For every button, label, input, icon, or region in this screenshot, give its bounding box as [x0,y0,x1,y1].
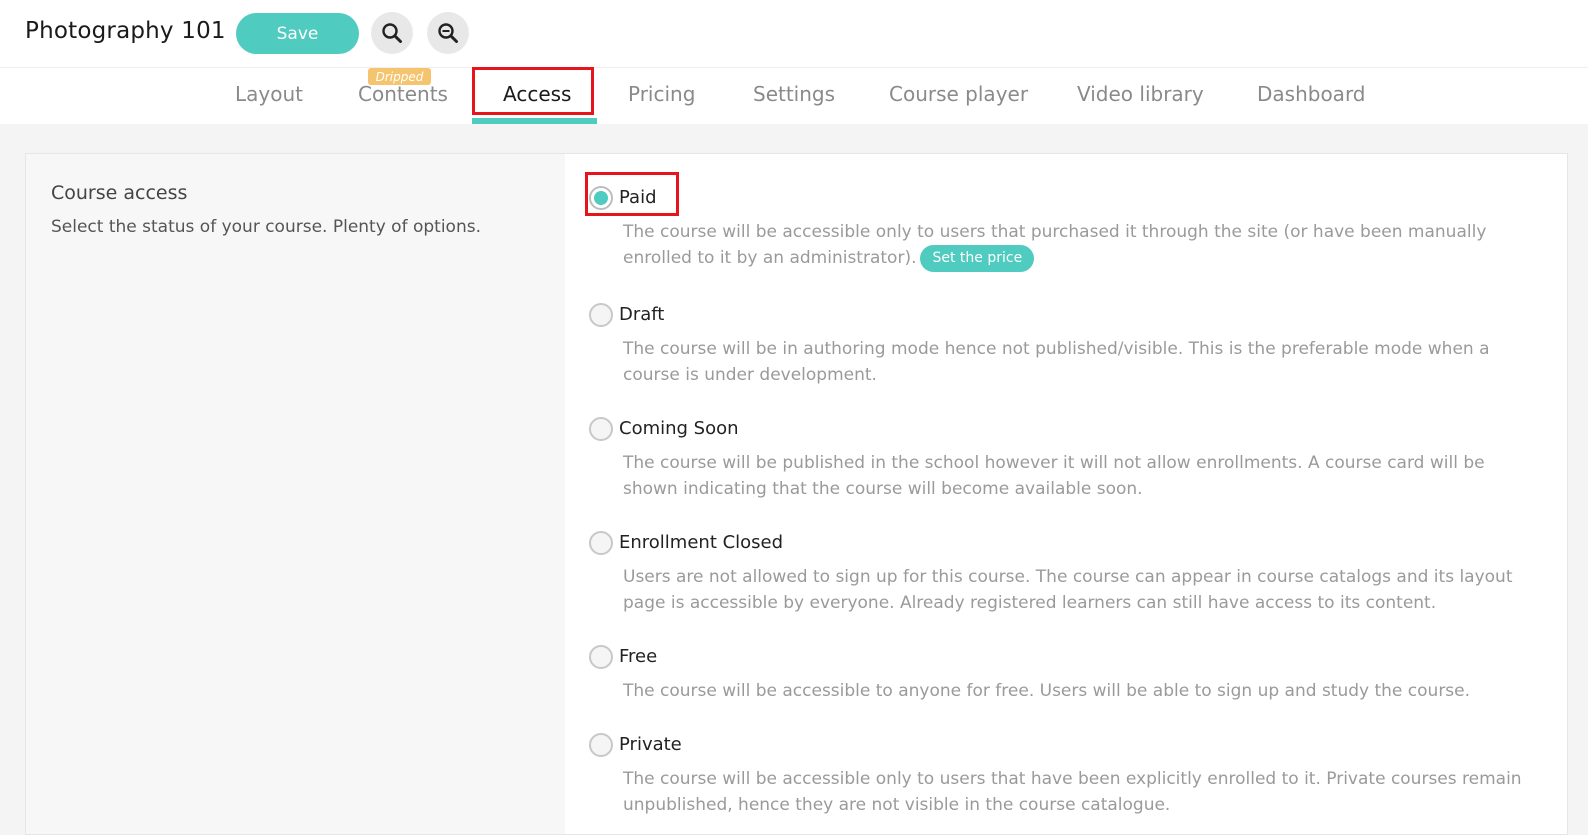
radio-draft[interactable] [589,303,613,327]
tab-access[interactable]: Access [503,82,571,106]
radio-free[interactable] [589,645,613,669]
tab-video-library[interactable]: Video library [1077,82,1204,106]
option-description: The course will be accessible only to us… [623,769,1522,815]
tab-bar: Layout Dripped Contents Access Pricing S… [0,67,1588,124]
option-description: The course will be accessible to anyone … [623,681,1471,701]
save-button[interactable]: Save [236,13,359,54]
tab-layout[interactable]: Layout [235,82,303,106]
tab-settings[interactable]: Settings [753,82,835,106]
option-label: Free [619,646,658,667]
radio-coming-soon[interactable] [589,417,613,441]
option-description: The course will be in authoring mode hen… [623,339,1490,385]
option-label: Paid [619,187,657,208]
option-description: The course will be published in the scho… [623,453,1485,499]
settings-description-panel [25,153,565,835]
option-description: Users are not allowed to sign up for thi… [623,567,1513,613]
radio-enrollment-closed[interactable] [589,531,613,555]
search-button[interactable] [371,12,413,54]
option-description: The course will be accessible only to us… [623,219,1523,272]
search-icon [382,23,402,43]
radio-paid[interactable] [589,186,613,210]
top-bar: Photography 101 Save [0,0,1588,67]
option-label: Enrollment Closed [619,532,784,553]
zoom-out-button[interactable] [427,12,469,54]
option-label: Draft [619,304,665,325]
section-title: Course access [51,182,188,204]
course-title: Photography 101 [25,18,226,44]
section-description: Select the status of your course. Plenty… [51,217,481,237]
option-description-text: The course will be accessible only to us… [623,222,1487,268]
option-label: Coming Soon [619,418,739,439]
tab-pricing[interactable]: Pricing [628,82,695,106]
tab-dashboard[interactable]: Dashboard [1257,82,1366,106]
zoom-out-icon [438,23,458,43]
set-price-button[interactable]: Set the price [920,245,1035,272]
radio-private[interactable] [589,733,613,757]
tab-course-player[interactable]: Course player [889,82,1028,106]
tab-contents[interactable]: Contents [358,82,448,106]
option-label: Private [619,734,682,755]
